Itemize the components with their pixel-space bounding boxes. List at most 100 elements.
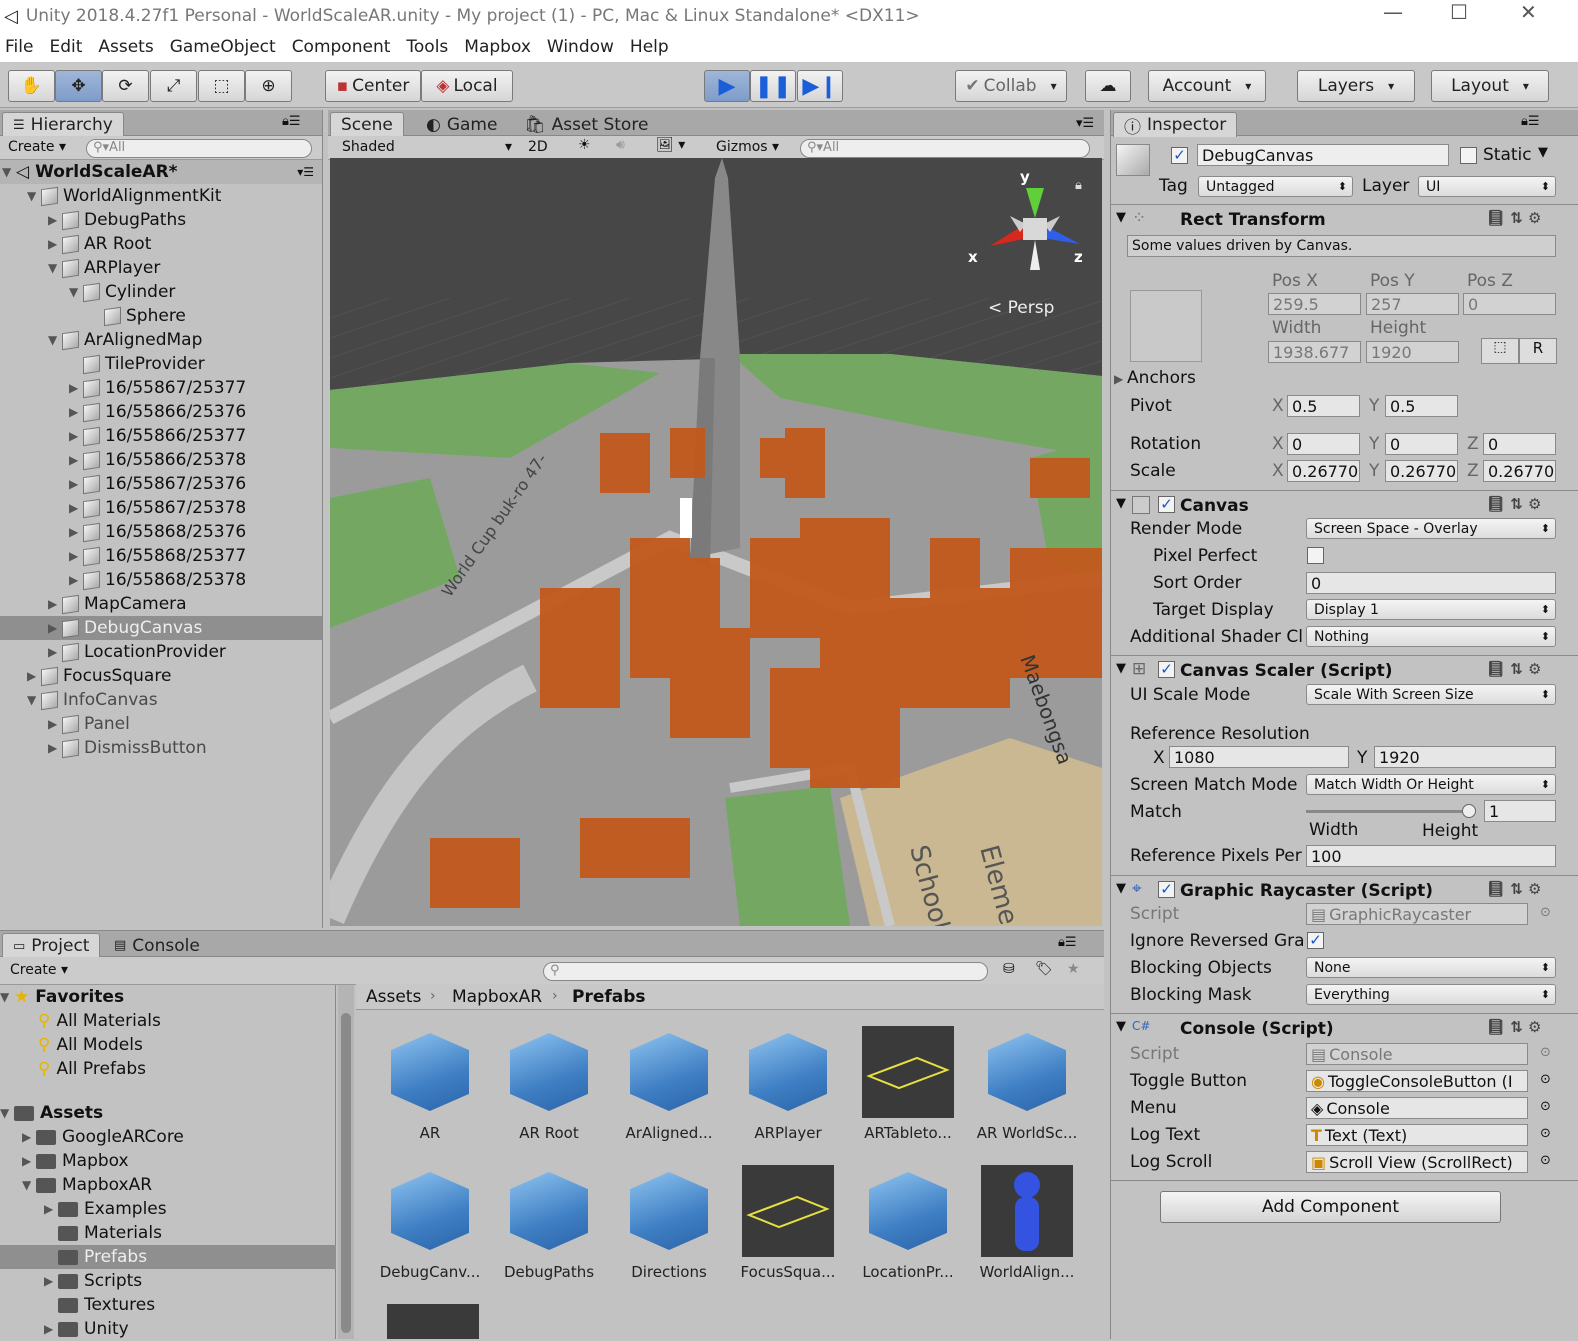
screen-match-mode-dropdown[interactable]: Match Width Or Height (1306, 774, 1556, 795)
menu-help[interactable]: Help (630, 37, 669, 57)
expand-arrow-icon[interactable]: ▶ (69, 525, 83, 539)
object-picker-icon[interactable]: ⊙ (1540, 1099, 1551, 1114)
log-text-field[interactable]: T Text (Text) (1306, 1124, 1528, 1146)
folder-prefabs[interactable]: Prefabs (0, 1245, 336, 1269)
render-mode-dropdown[interactable]: Screen Space - Overlay (1306, 518, 1556, 539)
name-field[interactable]: DebugCanvas (1197, 144, 1449, 166)
hierarchy-search-input[interactable]: ⚲▾All (86, 139, 312, 158)
lock-icon[interactable]: 🔒︎☰ (282, 114, 301, 129)
favorite-star-icon[interactable]: ★ (1067, 961, 1080, 977)
folder-googlearcore[interactable]: ▶ GoogleARCore (22, 1125, 184, 1149)
fav-all-prefabs[interactable]: ⚲ All Prefabs (38, 1057, 146, 1081)
shader-channels-dropdown[interactable]: Nothing (1306, 626, 1556, 647)
pivot-center-button[interactable]: ▪ Center (325, 70, 421, 102)
hierarchy-item[interactable]: ▶ MapCamera (0, 592, 322, 616)
static-dropdown-icon[interactable]: ▼ (1538, 145, 1548, 160)
folder-textures[interactable]: Textures (58, 1293, 155, 1317)
target-display-dropdown[interactable]: Display 1 (1306, 599, 1556, 620)
ui-scale-mode-dropdown[interactable]: Scale With Screen Size (1306, 684, 1556, 705)
asset-ar[interactable]: AR (378, 1026, 482, 1142)
hierarchy-item[interactable]: ▼ InfoCanvas (0, 688, 322, 712)
ignore-reversed-checkbox[interactable]: ✓ (1307, 932, 1324, 949)
folder-examples[interactable]: ▶ Examples (44, 1197, 167, 1221)
layers-dropdown[interactable]: Layers (1297, 70, 1415, 102)
static-checkbox[interactable] (1460, 147, 1477, 164)
object-picker-icon[interactable]: ⊙ (1540, 1072, 1551, 1087)
create-dropdown[interactable]: Create ▾ (8, 139, 66, 155)
scene-menu-icon[interactable]: ▾☰ (1076, 116, 1094, 131)
object-picker-icon[interactable]: ⊙ (1540, 1045, 1551, 1060)
hierarchy-item[interactable]: ▶ FocusSquare (0, 664, 322, 688)
anchors-row[interactable]: ▶ Anchors (1114, 368, 1196, 388)
expand-arrow-icon[interactable]: ▼ (48, 333, 62, 347)
expand-arrow-icon[interactable]: ▶ (48, 237, 62, 251)
asset-thumbnail[interactable] (387, 1304, 479, 1339)
assets-row[interactable]: ▼ Assets (0, 1101, 103, 1125)
hierarchy-item[interactable]: ▶ LocationProvider (0, 640, 322, 664)
project-search-input[interactable]: ⚲ (543, 962, 988, 981)
rotation-y-field[interactable]: 0 (1385, 433, 1458, 455)
scale-x-field[interactable]: 0.26770 (1287, 460, 1360, 482)
toggle-2d-button[interactable]: 2D (528, 139, 548, 155)
match-slider-thumb[interactable] (1462, 804, 1476, 818)
lock-icon[interactable]: 🔒︎☰ (1521, 114, 1540, 129)
tab-console[interactable]: ▤ Console (104, 933, 210, 958)
move-tool-button[interactable]: ✥ (55, 70, 102, 102)
rotation-x-field[interactable]: 0 (1287, 433, 1360, 455)
pivot-y-field[interactable]: 0.5 (1385, 395, 1458, 417)
menu-file[interactable]: File (5, 37, 33, 57)
scene-menu-icon[interactable]: ▾☰ (297, 165, 314, 179)
help-icon[interactable]: 📘︎ ⇅ ⚙ (1486, 1018, 1542, 1036)
blueprint-button[interactable]: ⬚ (1481, 338, 1519, 364)
posx-field[interactable]: 259.5 (1268, 293, 1361, 315)
tab-inspector[interactable]: ⓘ Inspector (1113, 112, 1238, 138)
asset-locationprovider[interactable]: LocationPr... (856, 1165, 960, 1281)
hierarchy-item[interactable]: ▶ DebugPaths (0, 208, 322, 232)
add-component-button[interactable]: Add Component (1160, 1191, 1501, 1223)
hierarchy-item[interactable]: ▶ 16/55867/25376 (0, 472, 322, 496)
rect-transform-header[interactable]: ▼ ⁘ Rect Transform 📘︎ ⇅ ⚙ (1110, 204, 1578, 234)
gizmos-dropdown[interactable]: Gizmos ▾ (716, 139, 779, 155)
transform-tool-button[interactable]: ⊕ (245, 70, 292, 102)
hierarchy-item[interactable]: ▶ AR Root (0, 232, 322, 256)
menu-tools[interactable]: Tools (406, 37, 448, 57)
collab-dropdown[interactable]: ✔ Collab (955, 70, 1067, 102)
hierarchy-item[interactable]: ▼ ArAlignedMap (0, 328, 322, 352)
minimize-button[interactable]: — (1383, 0, 1403, 24)
expand-arrow-icon[interactable]: ▶ (48, 213, 62, 227)
tab-hierarchy[interactable]: ☰ Hierarchy (2, 112, 124, 137)
tree-scrollbar[interactable] (338, 985, 354, 1339)
console-script-field[interactable]: ▤ Console (1306, 1043, 1528, 1065)
toggle-button-field[interactable]: ◉ ToggleConsoleButton (I (1306, 1070, 1528, 1092)
hierarchy-item[interactable]: Sphere (0, 304, 322, 328)
expand-arrow-icon[interactable]: ▶ (69, 573, 83, 587)
hand-tool-button[interactable]: ✋ (8, 70, 55, 102)
scaler-enabled-checkbox[interactable]: ✓ (1158, 661, 1175, 678)
scale-z-field[interactable]: 0.26770 (1483, 460, 1556, 482)
tab-scene[interactable]: Scene (330, 112, 404, 137)
breadcrumb-mapboxar[interactable]: MapboxAR (452, 987, 542, 1007)
sort-order-field[interactable]: 0 (1306, 572, 1556, 594)
pivot-local-button[interactable]: ◈ Local (421, 70, 513, 102)
hierarchy-item[interactable]: ▶ 16/55867/25378 (0, 496, 322, 520)
hierarchy-item[interactable]: ▼ Cylinder (0, 280, 322, 304)
anchor-preset-button[interactable] (1130, 290, 1202, 362)
hierarchy-item[interactable]: ▶ 16/55867/25377 (0, 376, 322, 400)
breadcrumb-assets[interactable]: Assets (366, 987, 421, 1007)
maximize-button[interactable]: ☐ (1450, 0, 1468, 24)
hierarchy-item[interactable]: ▶ DismissButton (0, 736, 322, 760)
expand-arrow-icon[interactable]: ▼ (27, 693, 41, 707)
object-picker-icon[interactable]: ⊙ (1540, 905, 1551, 920)
raycaster-enabled-checkbox[interactable]: ✓ (1158, 881, 1175, 898)
expand-arrow-icon[interactable]: ▼ (27, 189, 41, 203)
asset-artabletop[interactable]: ARTableto... (856, 1026, 960, 1142)
account-dropdown[interactable]: Account (1148, 70, 1266, 102)
tree-scrollbar-thumb[interactable] (341, 1013, 351, 1333)
posz-field[interactable]: 0 (1463, 293, 1556, 315)
expand-arrow-icon[interactable]: ▶ (48, 645, 62, 659)
hierarchy-item[interactable]: ▶ Panel (0, 712, 322, 736)
expand-arrow-icon[interactable]: ▼ (48, 261, 62, 275)
pixel-perfect-checkbox[interactable] (1307, 547, 1324, 564)
canvas-header[interactable]: ▼ ✓ Canvas 📘︎ ⇅ ⚙ (1110, 490, 1578, 520)
menu-mapbox[interactable]: Mapbox (464, 37, 531, 57)
